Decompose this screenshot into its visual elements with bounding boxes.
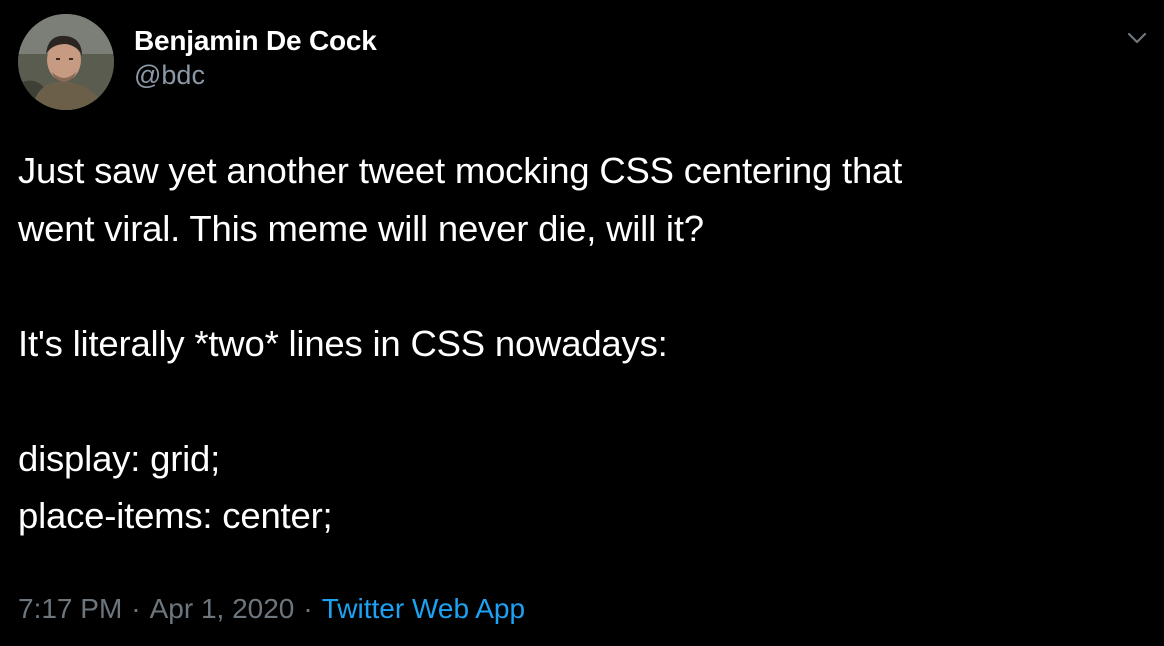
tweet-code-line: place-items: center;	[18, 495, 333, 536]
author-name[interactable]: Benjamin De Cock	[134, 24, 377, 58]
tweet-text: Just saw yet another tweet mocking CSS c…	[18, 142, 1148, 545]
tweet-date[interactable]: Apr 1, 2020	[150, 593, 295, 624]
meta-separator: ·	[131, 593, 141, 624]
profile-photo	[18, 14, 114, 110]
tweet-source-link[interactable]: Twitter Web App	[322, 593, 525, 624]
chevron-down-icon[interactable]	[1122, 26, 1152, 50]
author-block: Benjamin De Cock @bdc	[134, 24, 377, 92]
meta-separator: ·	[303, 593, 313, 624]
tweet-line: It's literally *two* lines in CSS nowada…	[18, 322, 668, 364]
chevron-down-icon-glyph	[1127, 32, 1147, 44]
tweet-line: went viral. This meme will never die, wi…	[18, 207, 704, 249]
tweet-line: Just saw yet another tweet mocking CSS c…	[18, 150, 903, 191]
author-handle[interactable]: @bdc	[134, 58, 377, 92]
tweet-code-line: display: grid;	[18, 437, 221, 479]
tweet-meta: 7:17 PM · Apr 1, 2020 · Twitter Web App	[18, 588, 525, 630]
avatar[interactable]	[18, 14, 114, 110]
tweet-time[interactable]: 7:17 PM	[18, 593, 122, 624]
